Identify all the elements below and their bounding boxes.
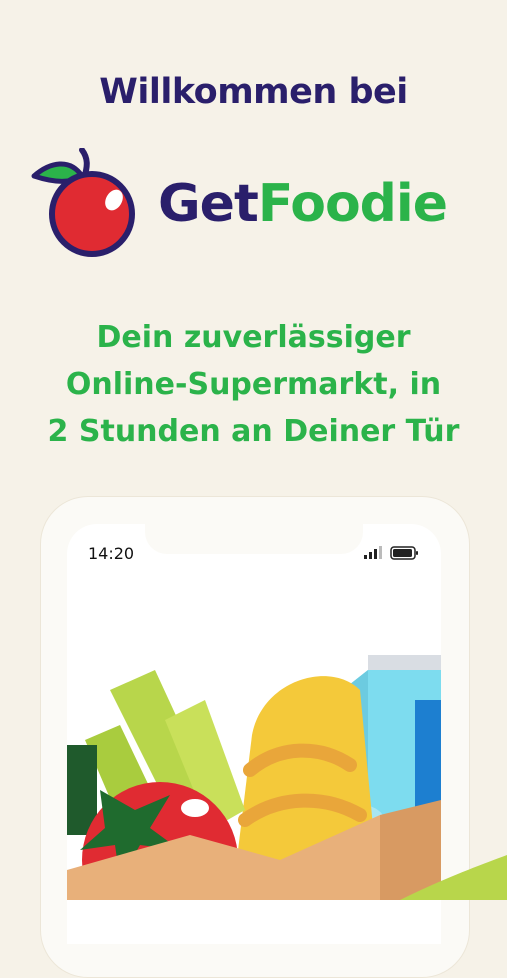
groceries-illustration bbox=[67, 655, 507, 900]
